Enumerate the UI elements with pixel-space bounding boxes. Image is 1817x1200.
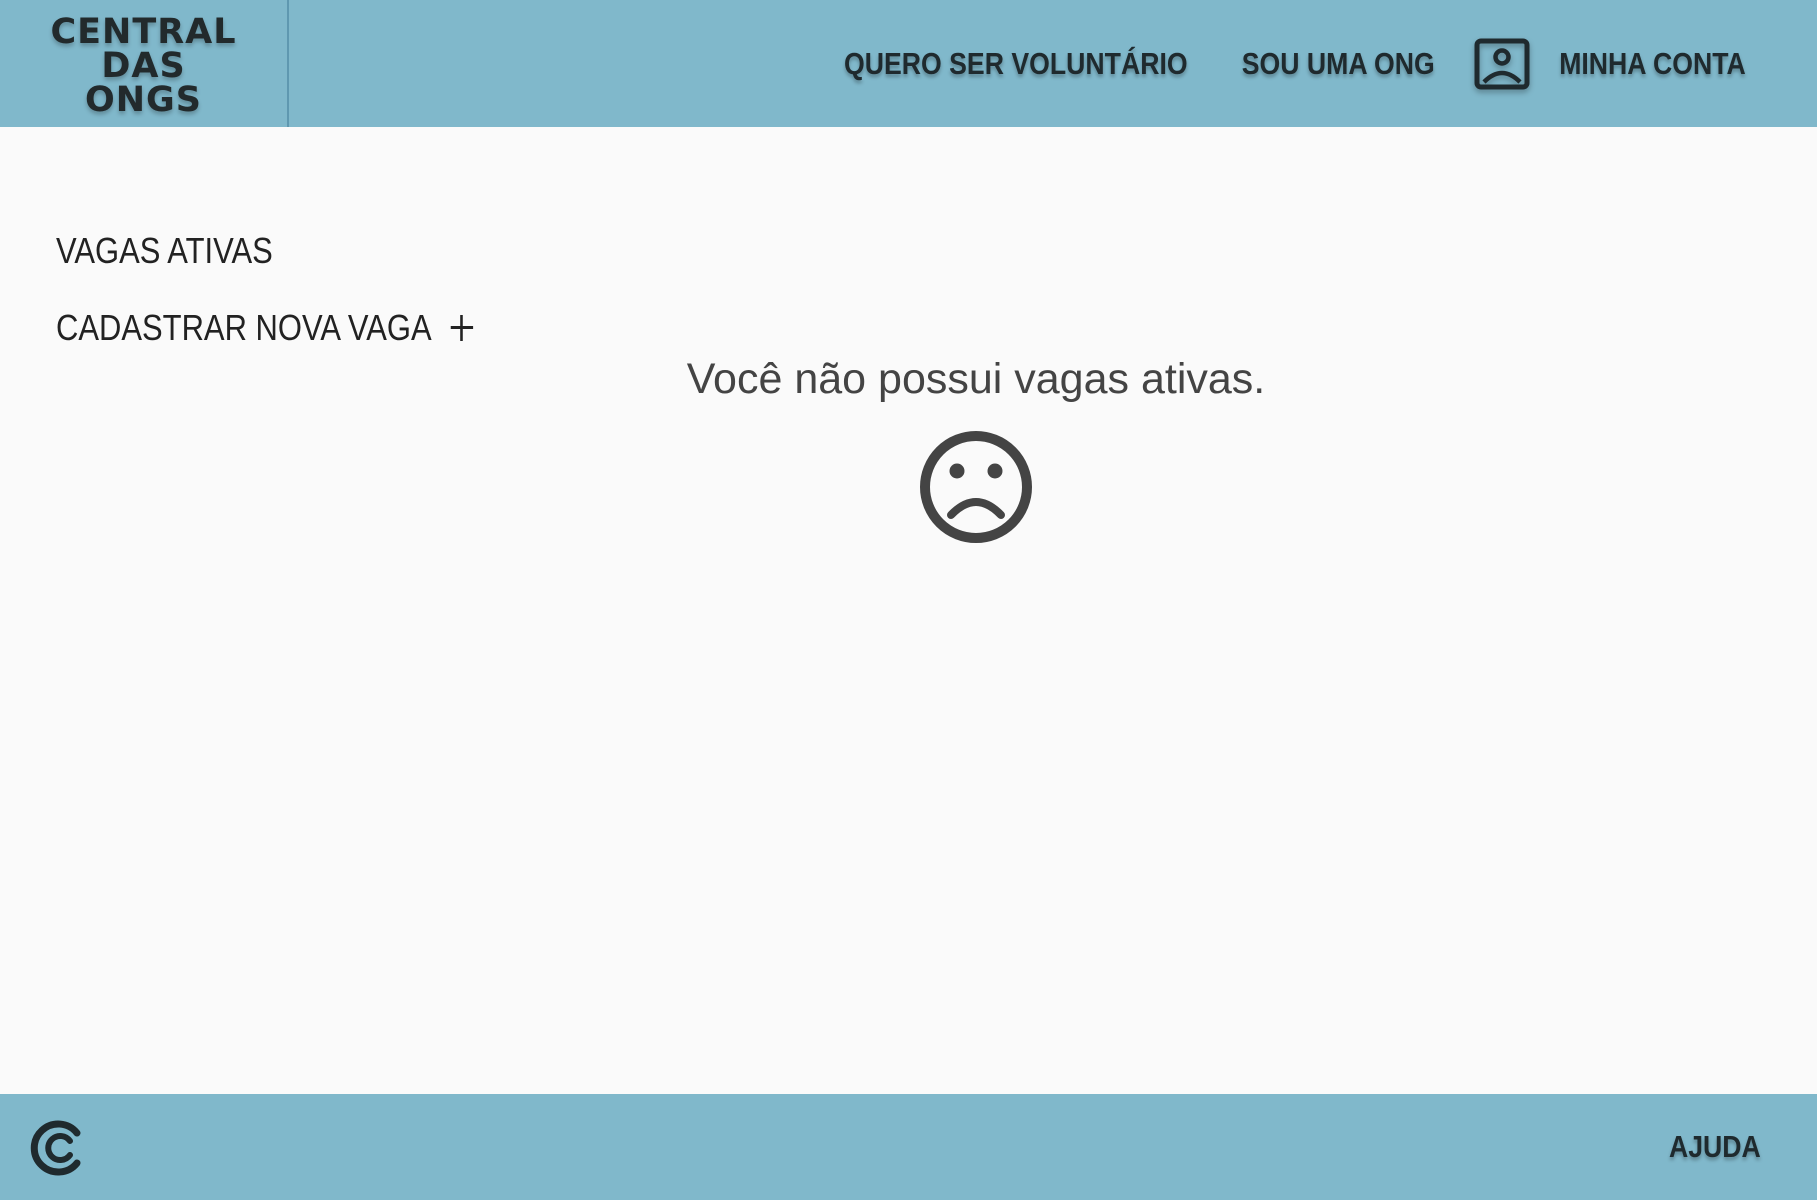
sidebar-item-new-vacancy[interactable]: CADASTRAR NOVA VAGA (56, 307, 473, 349)
footer-logo-icon[interactable] (28, 1119, 86, 1177)
logo-line-2: DAS (101, 45, 186, 86)
site-logo[interactable]: CENTRAL DAS ONGS (0, 0, 289, 127)
help-link[interactable]: AJUDA (1669, 1094, 1761, 1200)
main-nav: QUERO SER VOLUNTÁRIO SOU UMA ONG MINHA C… (816, 0, 1761, 127)
bottom-footer: AJUDA (0, 1094, 1817, 1200)
page: CENTRAL DAS ONGS QUERO SER VOLUNTÁRIO SO… (0, 0, 1817, 1200)
logo-line-1: CENTRAL (50, 11, 237, 52)
nav-volunteer-link[interactable]: QUERO SER VOLUNTÁRIO (844, 46, 1188, 82)
sidebar-item-label: CADASTRAR NOVA VAGA (56, 307, 432, 348)
logo-line-3: ONGS (85, 79, 202, 120)
empty-state-message: Você não possui vagas ativas. (686, 355, 1266, 403)
plus-icon (450, 315, 473, 341)
sad-face-icon (920, 431, 1032, 543)
account-label: MINHA CONTA (1559, 45, 1746, 81)
top-header: CENTRAL DAS ONGS QUERO SER VOLUNTÁRIO SO… (0, 0, 1817, 127)
sidebar-item-active-vacancies[interactable]: VAGAS ATIVAS (56, 230, 273, 272)
nav-ong-link[interactable]: SOU UMA ONG (1241, 46, 1434, 82)
account-link[interactable]: MINHA CONTA (1474, 38, 1761, 90)
user-account-icon (1474, 38, 1530, 89)
